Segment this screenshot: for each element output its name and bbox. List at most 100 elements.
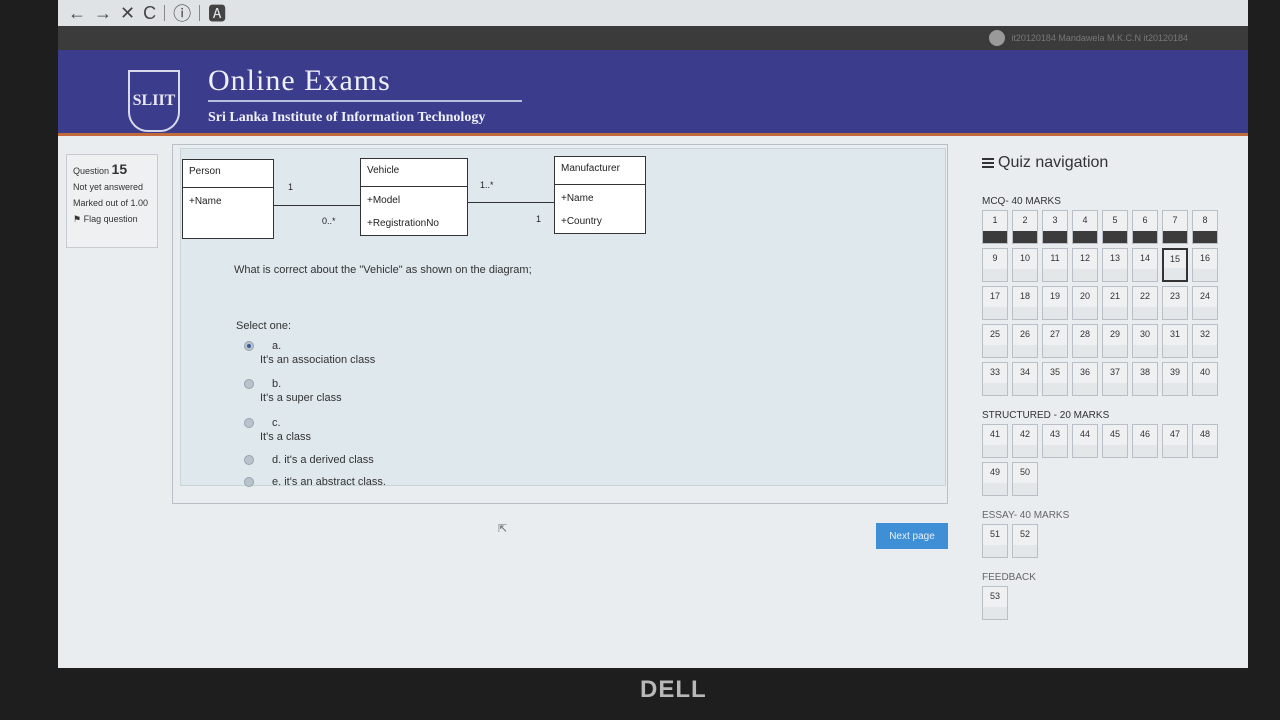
radio-button[interactable] xyxy=(244,379,254,389)
nav-question-button[interactable]: 15 xyxy=(1162,248,1188,282)
nav-question-button[interactable]: 39 xyxy=(1162,362,1188,396)
menu-icon xyxy=(982,158,994,168)
avatar xyxy=(989,30,1006,46)
nav-question-button[interactable]: 22 xyxy=(1132,286,1158,320)
select-one-label: Select one: xyxy=(236,320,292,332)
nav-question-button[interactable]: 45 xyxy=(1102,424,1128,458)
nav-question-button[interactable]: 31 xyxy=(1162,324,1188,358)
radio-button[interactable] xyxy=(244,477,254,487)
toolbar-separator xyxy=(164,5,166,21)
nav-question-button[interactable]: 42 xyxy=(1012,424,1038,458)
nav-question-button[interactable]: 11 xyxy=(1042,248,1068,282)
class-attribute: +Country xyxy=(561,216,602,227)
nav-question-button[interactable]: 19 xyxy=(1042,286,1068,320)
association-line-vehicle-manufacturer xyxy=(468,202,558,203)
nav-question-button[interactable]: 46 xyxy=(1132,424,1158,458)
nav-question-button[interactable]: 1 xyxy=(982,210,1008,244)
nav-question-button[interactable]: 13 xyxy=(1102,248,1128,282)
nav-question-button[interactable]: 37 xyxy=(1102,362,1128,396)
class-attribute: +Name xyxy=(561,193,594,204)
mouse-cursor-icon: ⇱ xyxy=(498,523,508,535)
nav-question-button[interactable]: 4 xyxy=(1072,210,1098,244)
quiz-navigation-title: Quiz navigation xyxy=(982,154,1108,172)
nav-question-button[interactable]: 3 xyxy=(1042,210,1068,244)
nav-section-label: MCQ- 40 MARKS xyxy=(982,196,1061,207)
option-text: d. it's a derived class xyxy=(272,454,374,466)
nav-question-button[interactable]: 23 xyxy=(1162,286,1188,320)
nav-question-button[interactable]: 27 xyxy=(1042,324,1068,358)
reader-icon[interactable]: 🅰 xyxy=(208,0,226,26)
nav-question-button[interactable]: 51 xyxy=(982,524,1008,558)
nav-question-button[interactable]: 5 xyxy=(1102,210,1128,244)
option-text: It's an association class xyxy=(260,354,376,366)
nav-question-button[interactable]: 16 xyxy=(1192,248,1218,282)
nav-question-button[interactable]: 2 xyxy=(1012,210,1038,244)
class-name: Person xyxy=(183,160,273,188)
class-attribute: +Name xyxy=(189,196,222,207)
nav-question-button[interactable]: 12 xyxy=(1072,248,1098,282)
nav-question-button[interactable]: 47 xyxy=(1162,424,1188,458)
user-menu[interactable]: it20120184 Mandawela M.K.C.N it20120184 xyxy=(989,30,1188,46)
reload-icon[interactable]: C xyxy=(143,3,156,24)
nav-question-button[interactable]: 38 xyxy=(1132,362,1158,396)
nav-question-button[interactable]: 28 xyxy=(1072,324,1098,358)
site-subtitle: Sri Lanka Institute of Information Techn… xyxy=(208,110,486,125)
nav-question-button[interactable]: 21 xyxy=(1102,286,1128,320)
nav-question-button[interactable]: 32 xyxy=(1192,324,1218,358)
nav-question-button[interactable]: 17 xyxy=(982,286,1008,320)
nav-question-button[interactable]: 29 xyxy=(1102,324,1128,358)
radio-button[interactable] xyxy=(244,341,254,351)
browser-toolbar: ← → ✕ C ⓘ 🅰 xyxy=(58,0,1248,26)
nav-question-button[interactable]: 40 xyxy=(1192,362,1218,396)
nav-question-button[interactable]: 44 xyxy=(1072,424,1098,458)
next-page-button[interactable]: Next page xyxy=(876,523,948,549)
nav-question-button[interactable]: 34 xyxy=(1012,362,1038,396)
nav-question-button[interactable]: 52 xyxy=(1012,524,1038,558)
multiplicity-label: 1 xyxy=(536,214,542,224)
nav-question-button[interactable]: 35 xyxy=(1042,362,1068,396)
multiplicity-label: 1..* xyxy=(480,180,494,190)
nav-question-button[interactable]: 43 xyxy=(1042,424,1068,458)
info-icon[interactable]: ⓘ xyxy=(173,0,191,26)
nav-section-label: ESSAY- 40 MARKS xyxy=(982,510,1070,521)
nav-question-button[interactable]: 33 xyxy=(982,362,1008,396)
nav-question-button[interactable]: 41 xyxy=(982,424,1008,458)
class-name: Vehicle xyxy=(361,159,467,187)
nav-question-button[interactable]: 26 xyxy=(1012,324,1038,358)
option-text: e. it's an abstract class. xyxy=(272,476,386,488)
nav-question-button[interactable]: 30 xyxy=(1132,324,1158,358)
question-text: What is correct about the "Vehicle" as s… xyxy=(234,264,532,276)
nav-question-button[interactable]: 48 xyxy=(1192,424,1218,458)
nav-question-button[interactable]: 24 xyxy=(1192,286,1218,320)
nav-question-button[interactable]: 18 xyxy=(1012,286,1038,320)
radio-button[interactable] xyxy=(244,455,254,465)
nav-question-button[interactable]: 8 xyxy=(1192,210,1218,244)
class-name: Manufacturer xyxy=(555,157,645,185)
flag-question-label: Flag question xyxy=(83,213,138,224)
question-info: Question 15 Not yet answered Marked out … xyxy=(66,154,158,248)
nav-question-button[interactable]: 36 xyxy=(1072,362,1098,396)
radio-button[interactable] xyxy=(244,418,254,428)
flag-icon: ⚑ xyxy=(73,213,82,224)
nav-question-button[interactable]: 49 xyxy=(982,462,1008,496)
question-label: Question xyxy=(73,166,110,176)
forward-icon[interactable]: → xyxy=(94,3,112,24)
user-name: it20120184 Mandawela M.K.C.N it20120184 xyxy=(1011,33,1188,43)
close-icon[interactable]: ✕ xyxy=(120,3,135,24)
nav-question-button[interactable]: 25 xyxy=(982,324,1008,358)
nav-question-button[interactable]: 7 xyxy=(1162,210,1188,244)
multiplicity-label: 1 xyxy=(288,182,294,192)
quiz-navigation-label: Quiz navigation xyxy=(998,154,1109,171)
flag-question-link[interactable]: ⚑ Flag question xyxy=(73,214,151,226)
option-letter: c. xyxy=(272,417,281,429)
nav-question-button[interactable]: 20 xyxy=(1072,286,1098,320)
nav-question-button[interactable]: 10 xyxy=(1012,248,1038,282)
nav-question-button[interactable]: 53 xyxy=(982,586,1008,620)
nav-question-button[interactable]: 50 xyxy=(1012,462,1038,496)
nav-question-button[interactable]: 9 xyxy=(982,248,1008,282)
title-divider xyxy=(208,100,522,102)
back-icon[interactable]: ← xyxy=(68,3,86,24)
nav-question-button[interactable]: 6 xyxy=(1132,210,1158,244)
nav-question-button[interactable]: 14 xyxy=(1132,248,1158,282)
option-text: It's a super class xyxy=(260,392,342,404)
